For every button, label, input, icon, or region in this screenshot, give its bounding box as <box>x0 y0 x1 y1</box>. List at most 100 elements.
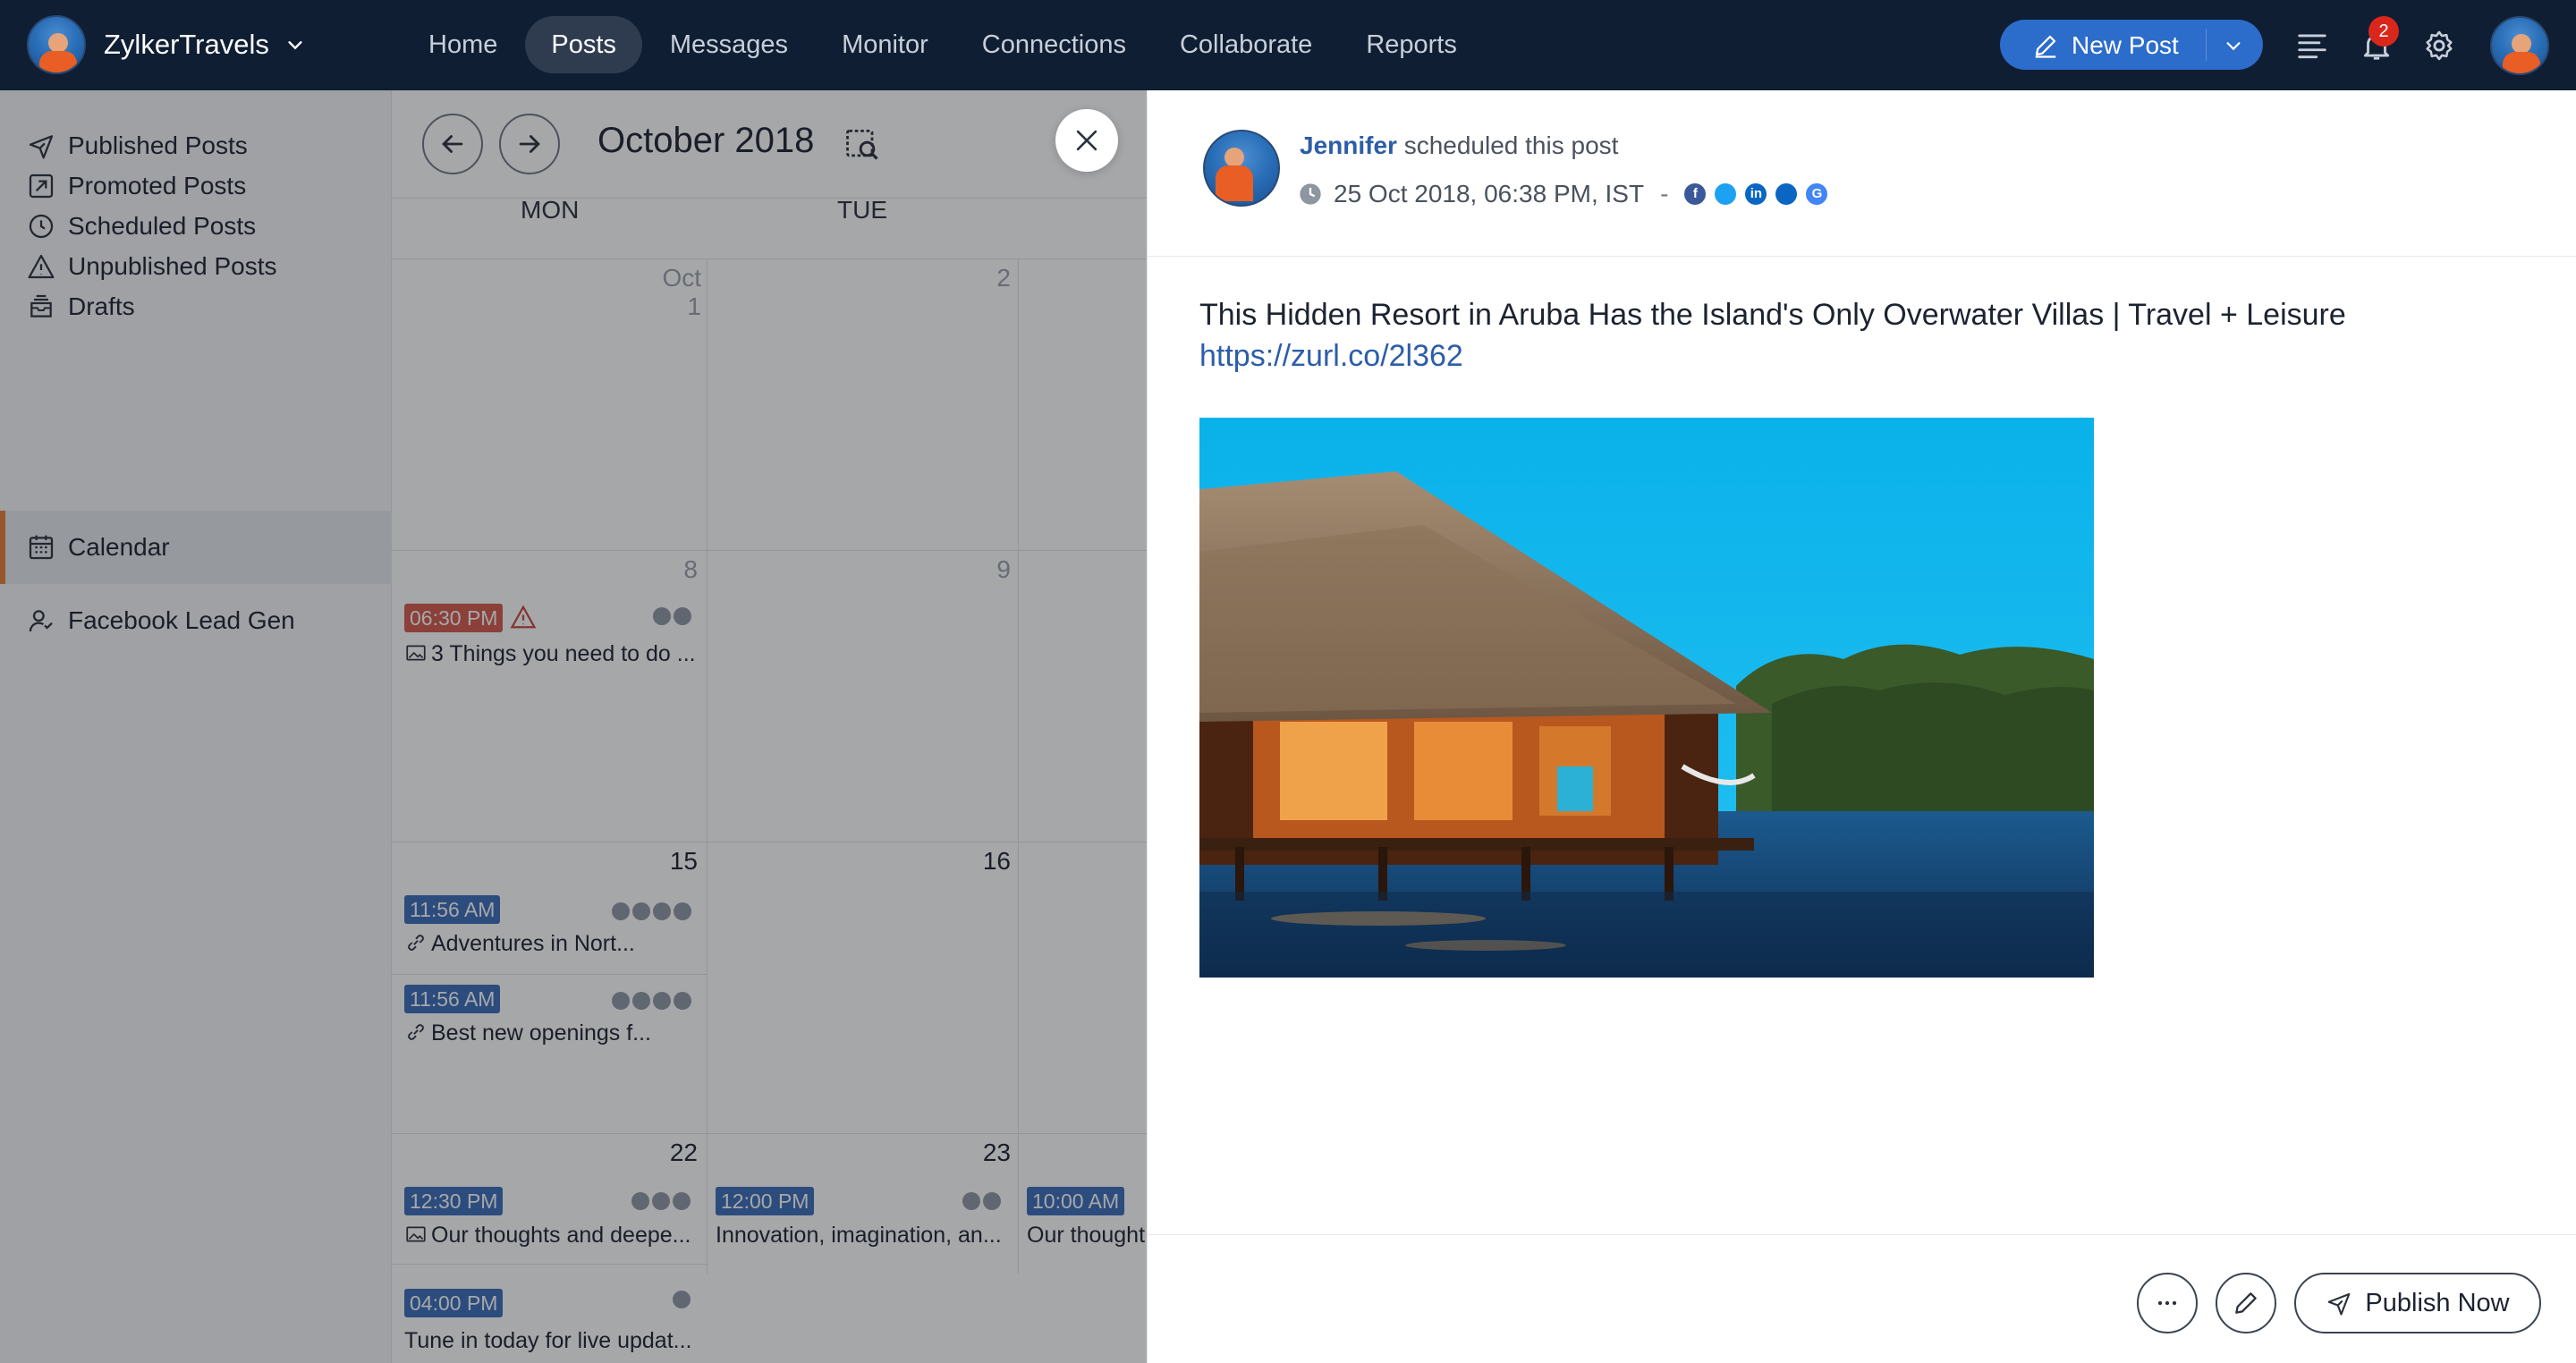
separator: - <box>1660 180 1669 207</box>
facebook-icon: f <box>1684 183 1707 205</box>
calendar-post[interactable]: Best new openings f... <box>404 1020 699 1046</box>
post-time-badge[interactable]: 12:00 PM <box>716 1187 815 1215</box>
date-cell-label: 22 <box>669 1139 698 1166</box>
post-title-text: Tune in today for live updat... <box>404 1328 692 1353</box>
author-line: Jennifer scheduled this post <box>1300 131 1618 160</box>
post-detail-panel: Jennifer scheduled this post 25 Oct 2018… <box>1147 90 2576 1363</box>
calendar-post[interactable]: 3 Things you need to do ... <box>404 641 699 667</box>
close-panel-button[interactable] <box>1055 109 1118 172</box>
post-time-badge[interactable]: 11:56 AM <box>404 895 501 924</box>
post-title-text: Innovation, imagination, an... <box>716 1223 1002 1248</box>
post-time-badge[interactable]: 06:30 PM <box>404 604 504 632</box>
send-icon <box>2328 1292 2351 1316</box>
calendar-post[interactable]: Adventures in Nort... <box>404 931 699 957</box>
link-icon <box>408 1024 424 1040</box>
linkedin-page-icon <box>674 992 691 1010</box>
post-time-badge[interactable]: 04:00 PM <box>404 1289 504 1317</box>
nav-connections[interactable]: Connections <box>956 16 1152 73</box>
arrow-right-icon <box>519 135 540 153</box>
divider <box>392 258 1147 259</box>
google-my-business-icon: G <box>1806 183 1828 205</box>
nav-collaborate[interactable]: Collaborate <box>1154 16 1338 73</box>
facebook-icon <box>612 992 630 1010</box>
more-horizontal-icon <box>2157 1300 2177 1306</box>
sidebar-item-label: Facebook Lead Gen <box>68 606 295 634</box>
post-title-text: Our thought <box>1027 1223 1146 1248</box>
arrow-left-icon <box>442 135 463 153</box>
author-avatar <box>1203 130 1280 207</box>
edit-post-button[interactable] <box>2216 1273 2276 1333</box>
twitter-icon <box>674 607 691 625</box>
sidebar-item-label: Calendar <box>68 533 170 561</box>
facebook-icon <box>962 1192 980 1210</box>
user-avatar[interactable] <box>2490 16 2549 75</box>
pencil-icon <box>2235 1292 2257 1314</box>
chevron-down-icon <box>288 41 302 50</box>
divider <box>392 1264 707 1265</box>
nav-home[interactable]: Home <box>402 16 523 73</box>
calendar-post[interactable]: Innovation, imagination, an... <box>716 1223 1011 1249</box>
new-post-button[interactable]: New Post <box>2000 20 2263 70</box>
main-nav: Home Posts Messages Monitor Connections … <box>402 16 1485 73</box>
divider <box>2206 29 2207 61</box>
calendar-icon <box>29 535 54 560</box>
sidebar-item-label: Drafts <box>68 292 135 320</box>
sidebar-item-facebook-lead-gen[interactable]: Facebook Lead Gen <box>0 584 392 657</box>
clock-icon <box>1300 183 1321 205</box>
post-image[interactable] <box>1199 418 2094 978</box>
date-cell-label: 16 <box>982 847 1011 875</box>
activity-feed-icon[interactable] <box>2295 29 2329 63</box>
nav-monitor[interactable]: Monitor <box>816 16 954 73</box>
date-cell-label: 2 <box>996 264 1011 292</box>
twitter-icon <box>1715 183 1737 205</box>
close-icon <box>1076 130 1097 151</box>
sidebar-item-drafts[interactable]: Drafts <box>0 270 392 343</box>
twitter-icon <box>652 1192 670 1210</box>
lead-gen-icon <box>29 610 53 632</box>
twitter-icon <box>632 902 650 920</box>
post-detail-footer: Publish Now <box>1148 1234 2576 1363</box>
post-time-badge[interactable]: 10:00 AM <box>1027 1187 1125 1215</box>
date-cell-label: Oct 1 <box>662 264 701 320</box>
linkedin-icon <box>653 992 671 1010</box>
twitter-icon <box>632 992 650 1010</box>
month-label: October 2018 <box>597 121 815 160</box>
next-month-button[interactable] <box>499 114 560 174</box>
gear-icon[interactable] <box>2422 29 2456 63</box>
date-cell-label: 15 <box>669 847 698 875</box>
calendar-post[interactable]: Our thought <box>1027 1223 1147 1249</box>
link-icon <box>408 935 424 951</box>
more-options-button[interactable] <box>2137 1273 2198 1333</box>
date-cell-label: 9 <box>996 555 1011 583</box>
schedule-meta: 25 Oct 2018, 06:38 PM, IST - f in G <box>1298 180 1836 208</box>
date-cell-label: 8 <box>683 555 698 583</box>
nav-reports[interactable]: Reports <box>1340 16 1483 73</box>
publish-now-button[interactable]: Publish Now <box>2294 1273 2541 1333</box>
divider <box>392 1133 1147 1134</box>
post-link[interactable]: https://zurl.co/2l362 <box>1199 335 1463 377</box>
post-title-text: Adventures in Nort... <box>431 931 635 956</box>
previous-month-button[interactable] <box>422 114 483 174</box>
sidebar-item-calendar[interactable]: Calendar <box>0 511 392 584</box>
linkedin-icon: in <box>1745 183 1767 205</box>
image-icon <box>406 1226 426 1242</box>
nav-messages[interactable]: Messages <box>644 16 814 73</box>
post-title-text: Our thoughts and deepe... <box>431 1223 691 1248</box>
calendar-post[interactable]: Our thoughts and deepe... <box>404 1223 699 1249</box>
calendar-search-icon[interactable] <box>843 124 882 164</box>
divider <box>392 550 1147 551</box>
author-action: scheduled this post <box>1403 131 1619 159</box>
calendar-view: October 2018 MON TUE Oct 1 2 8 9 06:30 P… <box>392 90 1147 1363</box>
notification-count-badge: 2 <box>2368 16 2399 47</box>
post-time-badge[interactable]: 11:56 AM <box>404 985 501 1013</box>
brand-switcher[interactable]: ZylkerTravels <box>27 14 305 75</box>
network-icons <box>631 1192 691 1210</box>
nav-posts[interactable]: Posts <box>525 16 642 73</box>
post-title-text: 3 Things you need to do ... <box>431 641 696 666</box>
top-navigation-bar: ZylkerTravels Home Posts Messages Monito… <box>0 0 2576 90</box>
author-name[interactable]: Jennifer <box>1300 131 1397 159</box>
calendar-post[interactable]: Tune in today for live updat... <box>404 1328 699 1354</box>
divider <box>392 198 1147 199</box>
post-time-badge[interactable]: 12:30 PM <box>404 1187 504 1215</box>
chevron-down-icon[interactable] <box>2224 36 2243 55</box>
